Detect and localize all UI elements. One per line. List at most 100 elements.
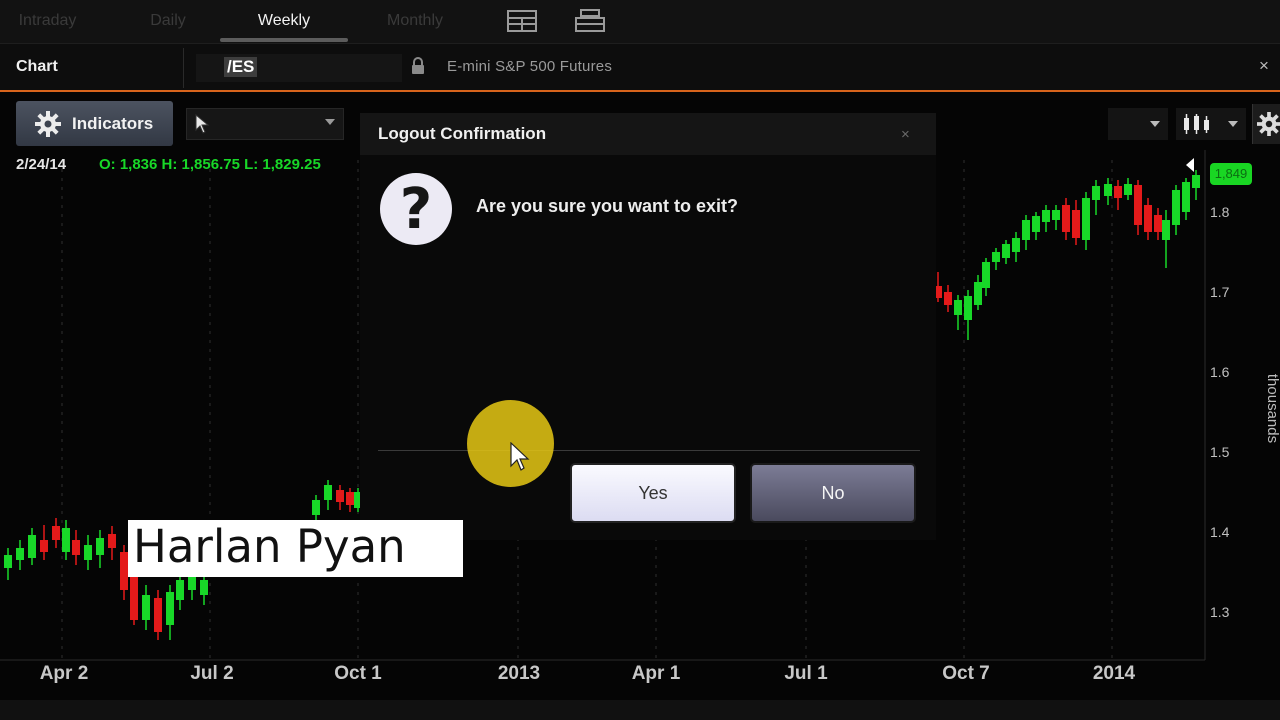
chart-type-select[interactable] (1176, 108, 1246, 140)
candle-body (1154, 215, 1162, 232)
layout-grid-icon[interactable] (507, 9, 537, 33)
candle-body (62, 528, 70, 552)
dialog-close-button[interactable]: × (901, 126, 910, 143)
caption-text: Harlan Pyan (133, 520, 406, 573)
candle-body (4, 555, 12, 568)
indicators-button[interactable]: Indicators (16, 101, 173, 146)
candle-body (1162, 220, 1170, 240)
dialog-title: Logout Confirmation (378, 124, 547, 143)
y-tick-label: 1.3 (1210, 604, 1230, 620)
scrollbar[interactable] (0, 700, 1280, 720)
ohlc-values: O: 1,836 H: 1,856.75 L: 1,829.25 (99, 156, 321, 173)
candle-body (1052, 210, 1060, 220)
candlestick-icon (1184, 114, 1209, 134)
x-tick-label: 2014 (1092, 663, 1136, 684)
x-tick-label: 2013 (497, 663, 541, 684)
dialog-message: Are you sure you want to exit? (476, 196, 739, 216)
candle-body (176, 580, 184, 600)
candle-body (964, 296, 972, 320)
candle-body (1182, 182, 1190, 212)
period-tab-bar: Intraday Daily Weekly Monthly (0, 0, 1280, 44)
chart-settings-button[interactable] (1252, 104, 1280, 144)
gear-icon (1257, 112, 1280, 136)
candle-body (1134, 185, 1142, 225)
cursor-mode-select[interactable] (186, 108, 344, 140)
candle-body (142, 595, 150, 620)
candle-body (974, 282, 982, 305)
gear-icon (35, 111, 61, 137)
close-chart-button[interactable]: × (1259, 56, 1269, 76)
candle-body (312, 500, 320, 515)
yes-button[interactable]: Yes (570, 463, 736, 523)
caption-overlay: Harlan Pyan (128, 520, 463, 577)
candle-body (1082, 198, 1090, 240)
x-tick-label: Jul 2 (190, 663, 234, 684)
candle-body (84, 545, 92, 560)
candle-body (992, 252, 1000, 262)
candle-body (1114, 186, 1122, 198)
y-tick-label: 1.6 (1210, 364, 1230, 380)
x-tick-label: Jul 1 (784, 663, 828, 684)
chart-header: Chart /ES E-mini S&P 500 Futures × (0, 44, 1280, 92)
candle-body (1144, 205, 1152, 232)
lock-icon[interactable] (410, 57, 426, 75)
candle-body (130, 575, 138, 620)
mouse-cursor-icon (510, 442, 530, 471)
candle-body (1104, 184, 1112, 196)
candle-body (1012, 238, 1020, 252)
candle-body (154, 598, 162, 632)
candle-body (96, 538, 104, 555)
candle-body (1092, 186, 1100, 200)
chevron-down-icon (1150, 121, 1160, 127)
candle-body (346, 492, 354, 505)
y-tick-label: 1.4 (1210, 524, 1230, 540)
candle-body (1042, 210, 1050, 222)
tab-daily[interactable]: Daily (128, 0, 208, 44)
candle-body (1002, 244, 1010, 258)
x-tick-label: Oct 7 (942, 663, 990, 684)
no-button[interactable]: No (750, 463, 916, 523)
symbol-input[interactable]: /ES (196, 54, 402, 82)
tab-intraday[interactable]: Intraday (0, 0, 95, 44)
question-glyph: ? (399, 177, 433, 242)
chart-style-select[interactable] (1108, 108, 1168, 140)
x-tick-label: Apr 2 (39, 663, 89, 684)
chevron-down-icon (1228, 121, 1238, 127)
chart-title: Chart (16, 58, 58, 75)
y-tick-label: 1.7 (1210, 284, 1230, 300)
candle-body (1172, 190, 1180, 225)
candle-body (954, 300, 962, 315)
y-axis-units: thousands (1264, 373, 1280, 444)
candle-body (982, 262, 990, 288)
symbol-description: E-mini S&P 500 Futures (447, 58, 613, 75)
chevron-down-icon (325, 119, 335, 125)
indicators-label: Indicators (72, 114, 154, 133)
divider (378, 450, 920, 451)
last-price-tag: 1,849 (1210, 163, 1252, 185)
dialog-title-bar[interactable]: Logout Confirmation × (360, 113, 936, 155)
tab-weekly[interactable]: Weekly (220, 0, 348, 44)
candle-body (1124, 184, 1132, 195)
candle-body (72, 540, 80, 555)
candle-body (28, 535, 36, 558)
candle-body (1022, 220, 1030, 240)
candle-body (16, 548, 24, 560)
x-tick-label: Oct 1 (334, 663, 382, 684)
candle-body (1192, 175, 1200, 188)
candle-body (1062, 205, 1070, 232)
y-tick-label: 1.5 (1210, 444, 1230, 460)
candle-body (120, 552, 128, 590)
candle-body (1032, 216, 1040, 232)
candle-body (1072, 210, 1080, 238)
ohlc-date: 2/24/14 (16, 156, 67, 173)
candle-body (40, 540, 48, 552)
divider (183, 48, 184, 88)
symbol-text: /ES (224, 57, 258, 77)
tab-monthly[interactable]: Monthly (370, 0, 460, 44)
candle-body (166, 592, 174, 625)
candle-body (336, 490, 344, 502)
candle-body (324, 485, 332, 500)
y-tick-label: 1.8 (1210, 204, 1230, 220)
window-icon[interactable] (575, 9, 605, 33)
pointer-icon (195, 114, 210, 134)
